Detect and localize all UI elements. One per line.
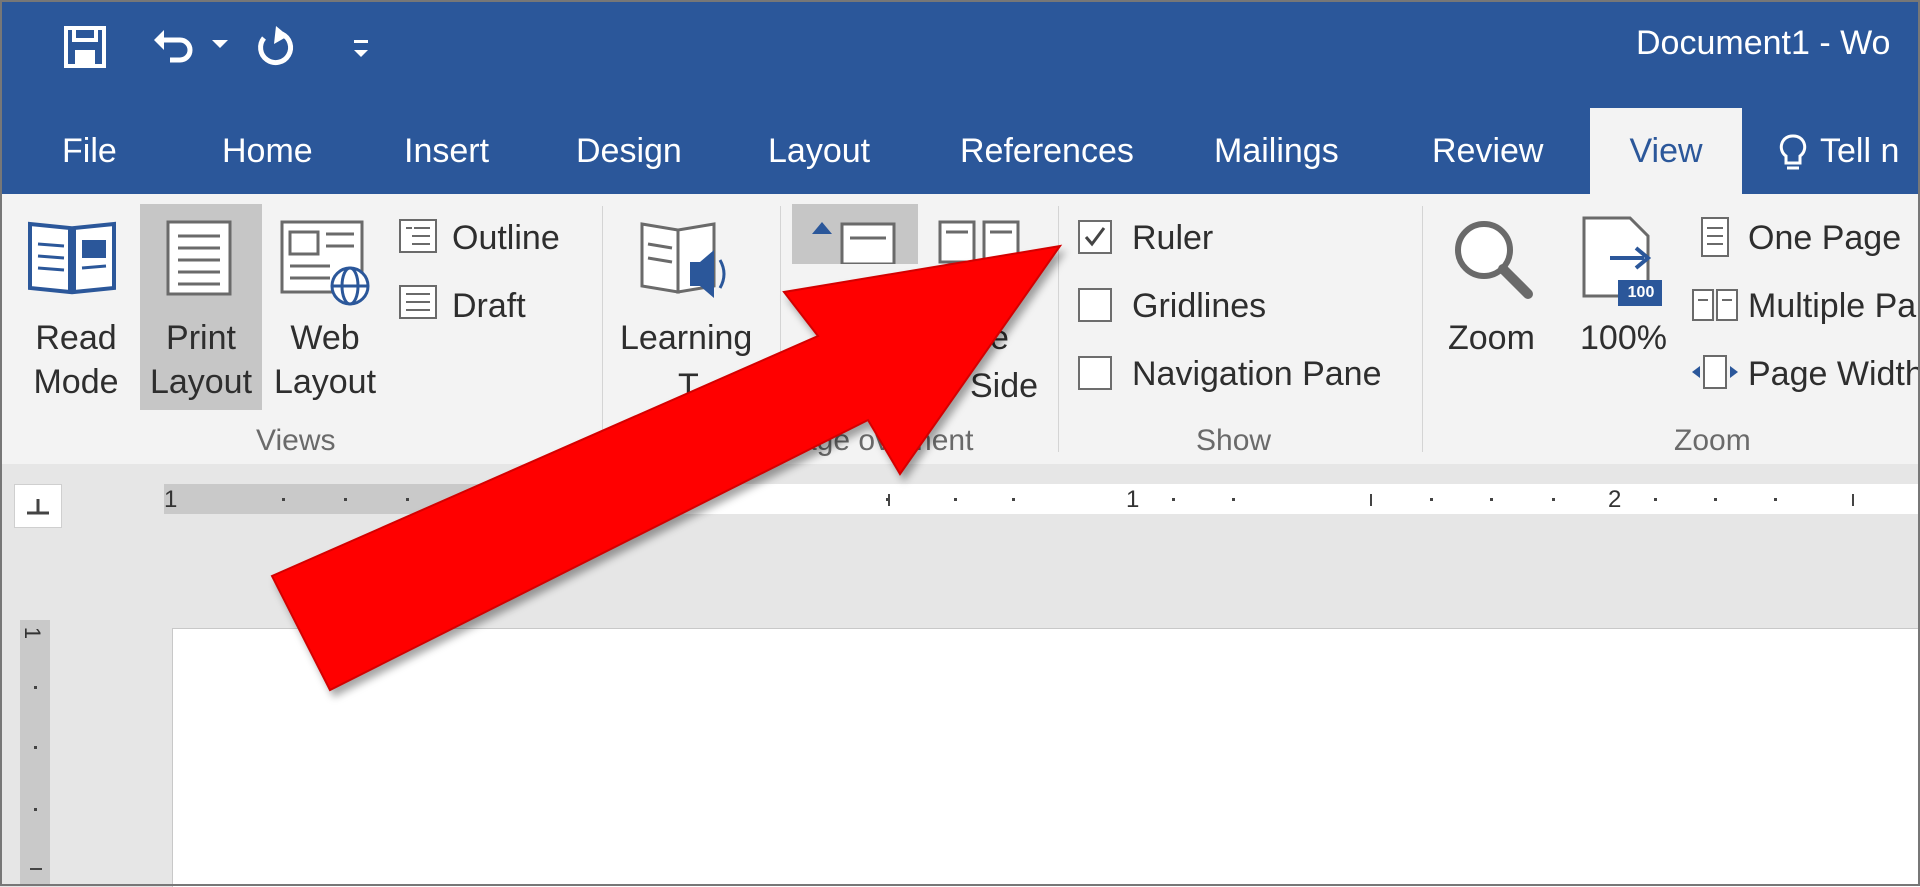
red-arrow-annotation <box>270 244 1063 692</box>
